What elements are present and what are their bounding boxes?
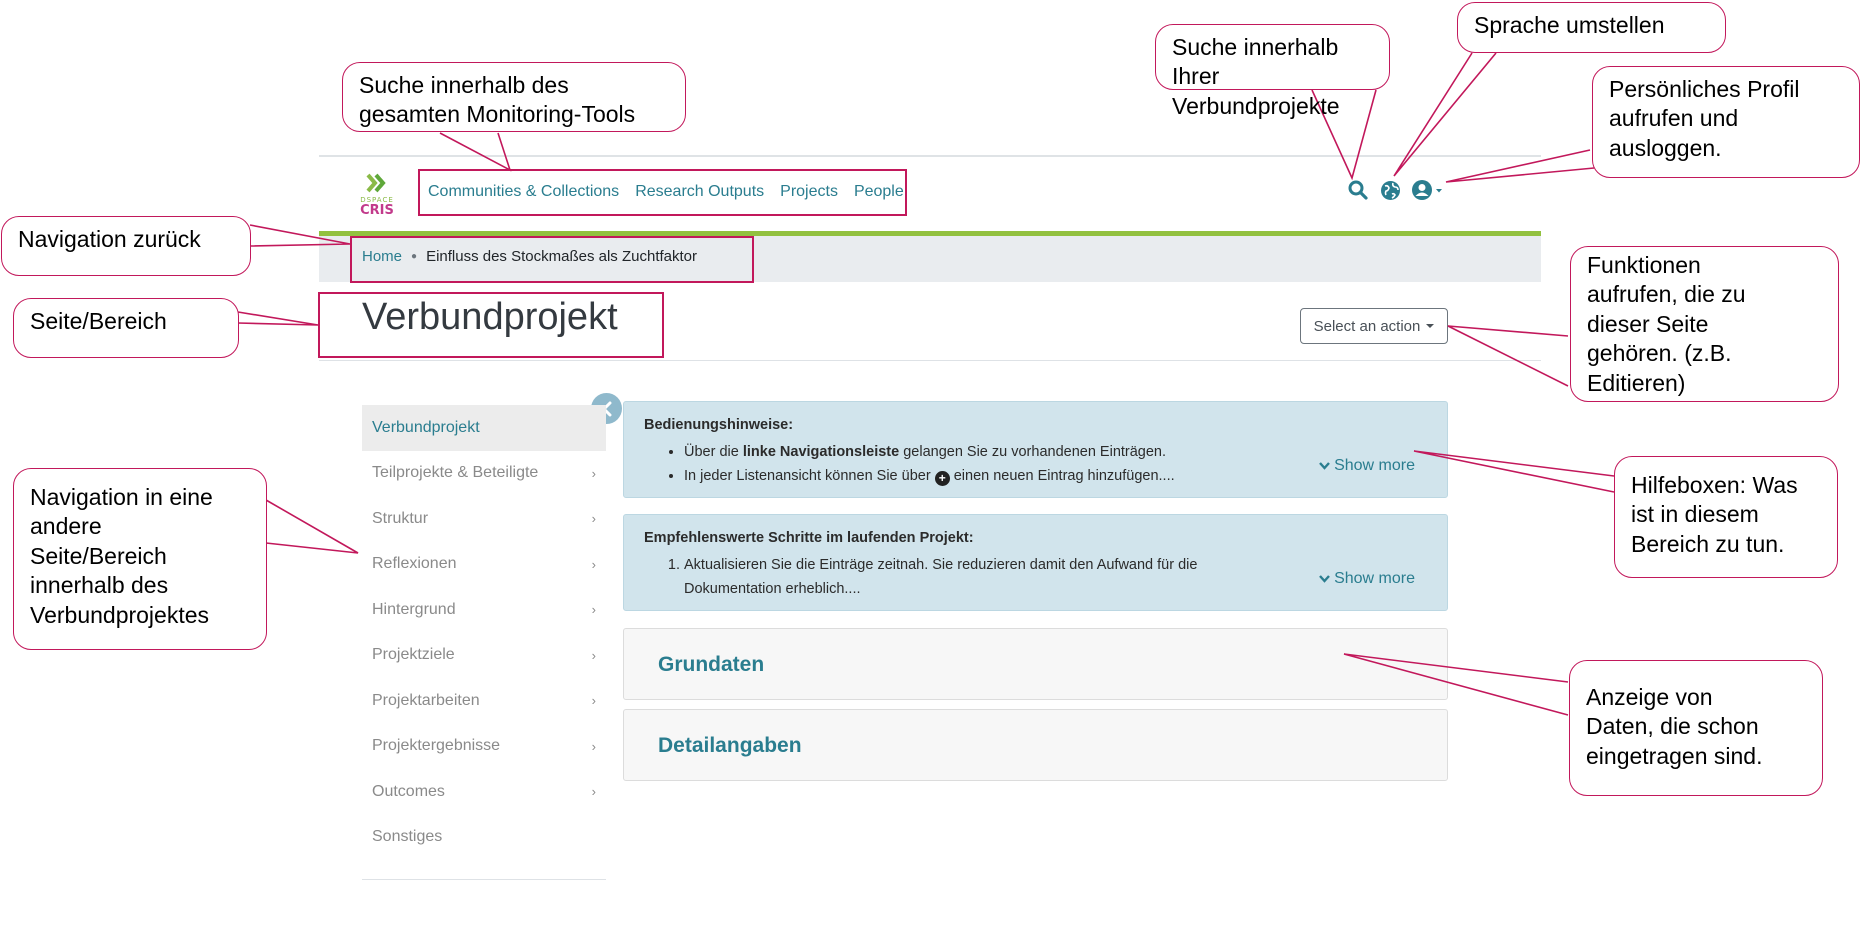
- chevron-right-icon: ›: [591, 556, 596, 572]
- globe-icon[interactable]: [1379, 179, 1401, 201]
- sidebar-item-label: Teilprojekte & Beteiligte: [372, 464, 539, 482]
- help-box-title: Empfehlenswerte Schritte im laufenden Pr…: [644, 530, 974, 546]
- sidebar-item-sonstiges[interactable]: Sonstiges: [362, 815, 606, 861]
- panel-title: Grundaten: [658, 653, 765, 676]
- sidebar-item-projektarbeiten[interactable]: Projektarbeiten ›: [362, 678, 606, 724]
- sidebar-item-label: Sonstiges: [372, 828, 443, 846]
- help-box-title: Bedienungshinweise:: [644, 417, 794, 433]
- panel-title: Detailangaben: [658, 734, 802, 757]
- callout-nav-other: Navigation in eine andere Seite/Bereich inn…: [13, 468, 267, 650]
- sidebar-nav: Verbundprojekt Teilprojekte & Beteiligte…: [362, 405, 606, 860]
- highlight-frame-nav: [418, 169, 907, 216]
- sidebar-item-outcomes[interactable]: Outcomes ›: [362, 769, 606, 815]
- show-more-link[interactable]: Show more: [1319, 570, 1415, 588]
- sidebar-item-hintergrund[interactable]: Hintergrund ›: [362, 587, 606, 633]
- help-box-bedienungshinweise: Bedienungshinweise: Über die linke Navig…: [623, 401, 1448, 498]
- sidebar-item-projektergebnisse[interactable]: Projektergebnisse ›: [362, 724, 606, 770]
- chevron-right-icon: ›: [591, 465, 596, 481]
- show-more-link[interactable]: Show more: [1319, 457, 1415, 475]
- sidebar-item-label: Projektergebnisse: [372, 737, 501, 755]
- callout-profile: Persönliches Profil aufrufen und ausloggen…: [1592, 66, 1860, 178]
- callout-data-display: Anzeige von Daten, die schon eingetragen s…: [1569, 660, 1823, 796]
- help-list-item: Aktualisieren Sie die Einträge zeitnah. …: [684, 553, 1197, 601]
- chevron-right-icon: ›: [591, 647, 596, 663]
- help-box-list: Über die linke Navigationsleiste gelange…: [684, 440, 1175, 488]
- highlight-frame-title: [318, 292, 664, 358]
- title-divider: [319, 360, 1541, 361]
- search-icon[interactable]: [1347, 179, 1369, 201]
- chevron-right-icon: ›: [591, 511, 596, 527]
- logo-mark-icon: [366, 173, 386, 193]
- logo-cris-text: CRIS: [360, 203, 394, 218]
- sidebar-item-label: Projektarbeiten: [372, 691, 480, 709]
- chevron-down-icon: [1319, 462, 1330, 470]
- callout-search-projects: Suche innerhalb Ihrer Verbundprojekte: [1155, 24, 1390, 119]
- caret-down-icon: [1426, 324, 1435, 328]
- sidebar-item-projektziele[interactable]: Projektziele ›: [362, 633, 606, 679]
- sidebar-bottom-divider: [362, 879, 606, 880]
- user-circle-icon[interactable]: [1411, 179, 1445, 201]
- select-action-label: Select an action: [1313, 317, 1421, 335]
- callout-help-boxes: Hilfeboxen: Was ist in diesem Bereich zu t…: [1614, 456, 1838, 578]
- chevron-right-icon: ›: [591, 693, 596, 709]
- help-box-list: Aktualisieren Sie die Einträge zeitnah. …: [684, 553, 1197, 601]
- highlight-frame-breadcrumb: [350, 236, 754, 283]
- chevron-right-icon: ›: [591, 784, 596, 800]
- sidebar-item-label: Verbundprojekt: [372, 418, 480, 436]
- panel-detailangaben[interactable]: Detailangaben: [623, 709, 1448, 781]
- chevron-down-icon: [1319, 575, 1330, 583]
- sidebar-item-label: Projektziele: [372, 646, 455, 664]
- callout-functions: Funktionen aufrufen, die zu dieser Seite ge…: [1570, 246, 1839, 402]
- sidebar-item-label: Reflexionen: [372, 555, 457, 573]
- sidebar-item-reflexionen[interactable]: Reflexionen ›: [362, 542, 606, 588]
- sidebar-item-label: Outcomes: [372, 782, 445, 800]
- panel-grundaten[interactable]: Grundaten: [623, 628, 1448, 700]
- sidebar-item-struktur[interactable]: Struktur ›: [362, 496, 606, 542]
- sidebar-item-label: Hintergrund: [372, 600, 456, 618]
- callout-search-all: Suche innerhalb des gesamten Monitoring-T…: [342, 62, 686, 132]
- sidebar-item-label: Struktur: [372, 509, 429, 527]
- plus-circle-icon: +: [934, 470, 950, 486]
- dspace-cris-logo[interactable]: DSPACE CRIS: [355, 173, 399, 218]
- chevron-right-icon: ›: [591, 738, 596, 754]
- help-list-item: In jeder Listenansicht können Sie über +…: [684, 464, 1175, 488]
- help-box-empfehlenswerte-schritte: Empfehlenswerte Schritte im laufenden Pr…: [623, 514, 1448, 611]
- callout-page-area: Seite/Bereich: [13, 298, 239, 358]
- chevron-right-icon: ›: [591, 602, 596, 618]
- sidebar-item-verbundprojekt[interactable]: Verbundprojekt: [362, 405, 606, 451]
- help-list-item: Über die linke Navigationsleiste gelange…: [684, 440, 1175, 464]
- callout-nav-back: Navigation zurück: [1, 216, 251, 276]
- select-action-dropdown[interactable]: Select an action: [1300, 308, 1448, 344]
- sidebar-item-teilprojekte[interactable]: Teilprojekte & Beteiligte ›: [362, 451, 606, 497]
- header-icons: [1347, 179, 1445, 201]
- callout-language: Sprache umstellen: [1457, 2, 1726, 53]
